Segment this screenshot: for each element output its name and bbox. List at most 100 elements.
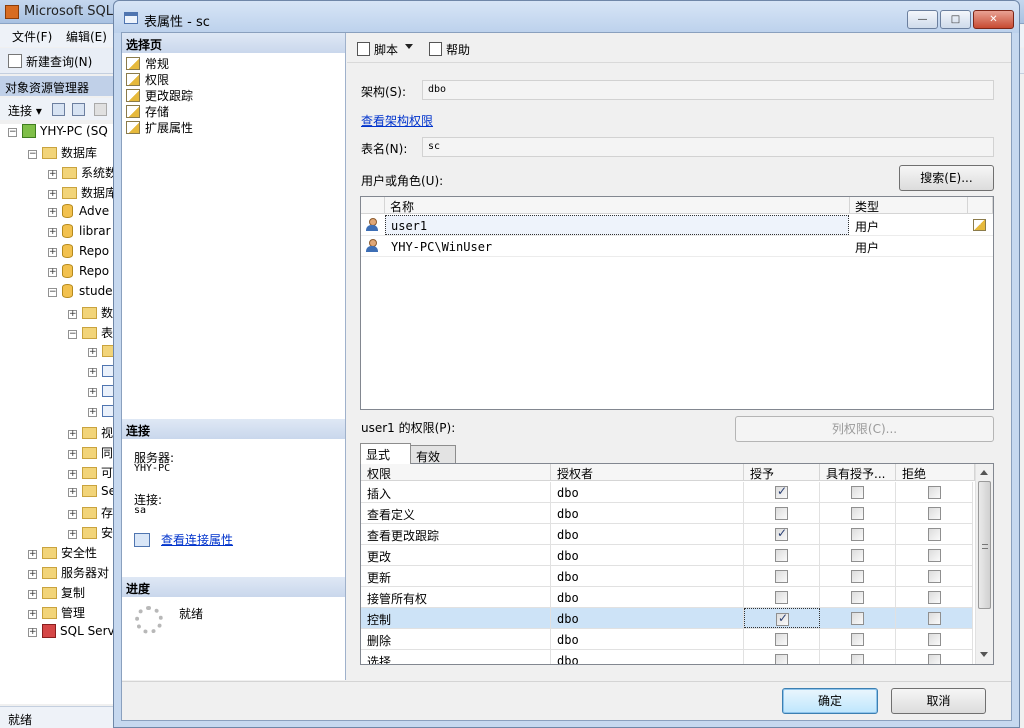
ok-button[interactable]: 确定 [782, 688, 878, 714]
expand-icon[interactable]: + [28, 570, 37, 579]
page-item[interactable]: 扩展属性 [126, 119, 193, 135]
permission-row[interactable]: 接管所有权 dbo [361, 587, 973, 608]
permission-row[interactable]: 更新 dbo [361, 566, 973, 587]
collapse-icon[interactable]: − [48, 288, 57, 297]
tree-node[interactable]: + Se [68, 484, 116, 504]
tree-node[interactable]: + 存 [68, 504, 113, 524]
collapse-icon[interactable]: − [68, 330, 77, 339]
users-type-column-header[interactable]: 类型 [850, 197, 968, 214]
tree-node[interactable]: + 安 [68, 524, 113, 544]
expand-icon[interactable]: + [68, 530, 77, 539]
tree-node[interactable]: − stude [48, 284, 113, 304]
deny-checkbox[interactable] [928, 633, 941, 646]
cancel-button[interactable]: 取消 [891, 688, 986, 714]
disconnect-icon[interactable] [72, 103, 85, 116]
expand-icon[interactable]: + [88, 388, 97, 397]
tree-node[interactable]: − YHY-PC (SQ [8, 124, 108, 144]
tree-node[interactable]: + 同 [68, 444, 113, 464]
script-dropdown-arrow-icon[interactable] [405, 44, 413, 49]
expand-icon[interactable]: + [48, 228, 57, 237]
permission-row[interactable]: 控制 dbo [361, 608, 973, 629]
deny-checkbox[interactable] [928, 507, 941, 520]
expand-icon[interactable]: + [88, 348, 97, 357]
edit-icon[interactable] [973, 219, 986, 231]
expand-icon[interactable]: + [48, 170, 57, 179]
deny-checkbox[interactable] [928, 486, 941, 499]
with-grant-checkbox[interactable] [851, 633, 864, 646]
view-schema-permissions-link[interactable]: 查看架构权限 [361, 112, 433, 129]
page-item[interactable]: 存储 [126, 103, 169, 119]
expand-icon[interactable]: + [28, 550, 37, 559]
page-item[interactable]: 更改跟踪 [126, 87, 193, 103]
tree-node[interactable]: + 安全性 [28, 544, 97, 564]
connect-dropdown[interactable]: 连接 ▾ [8, 102, 42, 119]
with-grant-checkbox[interactable] [851, 507, 864, 520]
scroll-up-arrow-icon[interactable] [980, 470, 988, 475]
tree-node[interactable]: + Adve [48, 204, 109, 224]
grant-checkbox[interactable] [775, 654, 788, 664]
tree-node[interactable]: + 管理 [28, 604, 85, 624]
users-name-column-header[interactable]: 名称 [385, 197, 850, 214]
perm-permission-column-header[interactable]: 权限 [361, 464, 551, 481]
search-button[interactable]: 搜索(E)... [899, 165, 994, 191]
with-grant-checkbox[interactable] [851, 528, 864, 541]
deny-checkbox[interactable] [928, 549, 941, 562]
expand-icon[interactable]: + [28, 610, 37, 619]
tree-node[interactable]: + Repo [48, 244, 109, 264]
deny-checkbox[interactable] [928, 528, 941, 541]
permission-row[interactable]: 插入 dbo [361, 482, 973, 503]
expand-icon[interactable]: + [68, 470, 77, 479]
new-query-button[interactable]: 新建查询(N) [8, 53, 92, 70]
menu-file[interactable]: 文件(F) [12, 28, 52, 45]
tree-node[interactable]: − 数据库 [28, 144, 97, 164]
minimize-button[interactable]: — [907, 10, 938, 29]
permission-row[interactable]: 选择 dbo [361, 650, 973, 664]
deny-checkbox[interactable] [928, 612, 941, 625]
expand-icon[interactable]: + [48, 248, 57, 257]
tree-node[interactable]: + 系统数 [48, 164, 117, 184]
expand-icon[interactable]: + [68, 488, 77, 497]
with-grant-checkbox[interactable] [851, 549, 864, 562]
expand-icon[interactable]: + [88, 408, 97, 417]
column-permissions-button[interactable]: 列权限(C)... [735, 416, 994, 442]
scroll-down-arrow-icon[interactable] [980, 652, 988, 657]
perm-grant-column-header[interactable]: 授予 [744, 464, 820, 481]
tab-effective[interactable]: 有效 [410, 445, 456, 465]
page-item[interactable]: 权限 [126, 71, 169, 87]
tree-node[interactable]: + 数据库 [48, 184, 117, 204]
user-row[interactable]: YHY-PC\WinUser 用户 [361, 236, 993, 257]
with-grant-checkbox[interactable] [851, 654, 864, 664]
connect-object-explorer-icon[interactable] [52, 103, 65, 116]
grant-checkbox[interactable] [775, 549, 788, 562]
collapse-icon[interactable]: − [8, 128, 17, 137]
with-grant-checkbox[interactable] [851, 591, 864, 604]
expand-icon[interactable]: + [48, 190, 57, 199]
collapse-icon[interactable]: − [28, 150, 37, 159]
menu-edit[interactable]: 编辑(E) [66, 28, 107, 45]
script-button[interactable]: 脚本 [357, 41, 398, 58]
permission-row[interactable]: 删除 dbo [361, 629, 973, 650]
help-button[interactable]: 帮助 [429, 41, 470, 58]
permission-row[interactable]: 更改 dbo [361, 545, 973, 566]
expand-icon[interactable]: + [88, 368, 97, 377]
grant-checkbox[interactable] [775, 526, 788, 541]
tree-node[interactable]: + 数 [68, 304, 113, 324]
expand-icon[interactable]: + [68, 310, 77, 319]
expand-icon[interactable]: + [68, 450, 77, 459]
grant-checkbox[interactable] [775, 591, 788, 604]
user-row[interactable]: user1 用户 [361, 215, 993, 236]
grant-checkbox[interactable] [775, 570, 788, 583]
perm-deny-column-header[interactable]: 拒绝 [896, 464, 975, 481]
expand-icon[interactable]: + [68, 510, 77, 519]
permission-row[interactable]: 查看更改跟踪 dbo [361, 524, 973, 545]
perm-grantor-column-header[interactable]: 授权者 [551, 464, 744, 481]
tree-node[interactable]: + 复制 [28, 584, 85, 604]
dialog-title-bar[interactable]: 表属性 - sc — □ ✕ [114, 1, 1019, 33]
tab-explicit[interactable]: 显式 [360, 443, 411, 464]
expand-icon[interactable]: + [48, 208, 57, 217]
expand-icon[interactable]: + [48, 268, 57, 277]
close-button[interactable]: ✕ [973, 10, 1014, 29]
expand-icon[interactable]: + [28, 590, 37, 599]
grant-checkbox[interactable] [775, 507, 788, 520]
tree-node[interactable]: + librar [48, 224, 111, 244]
